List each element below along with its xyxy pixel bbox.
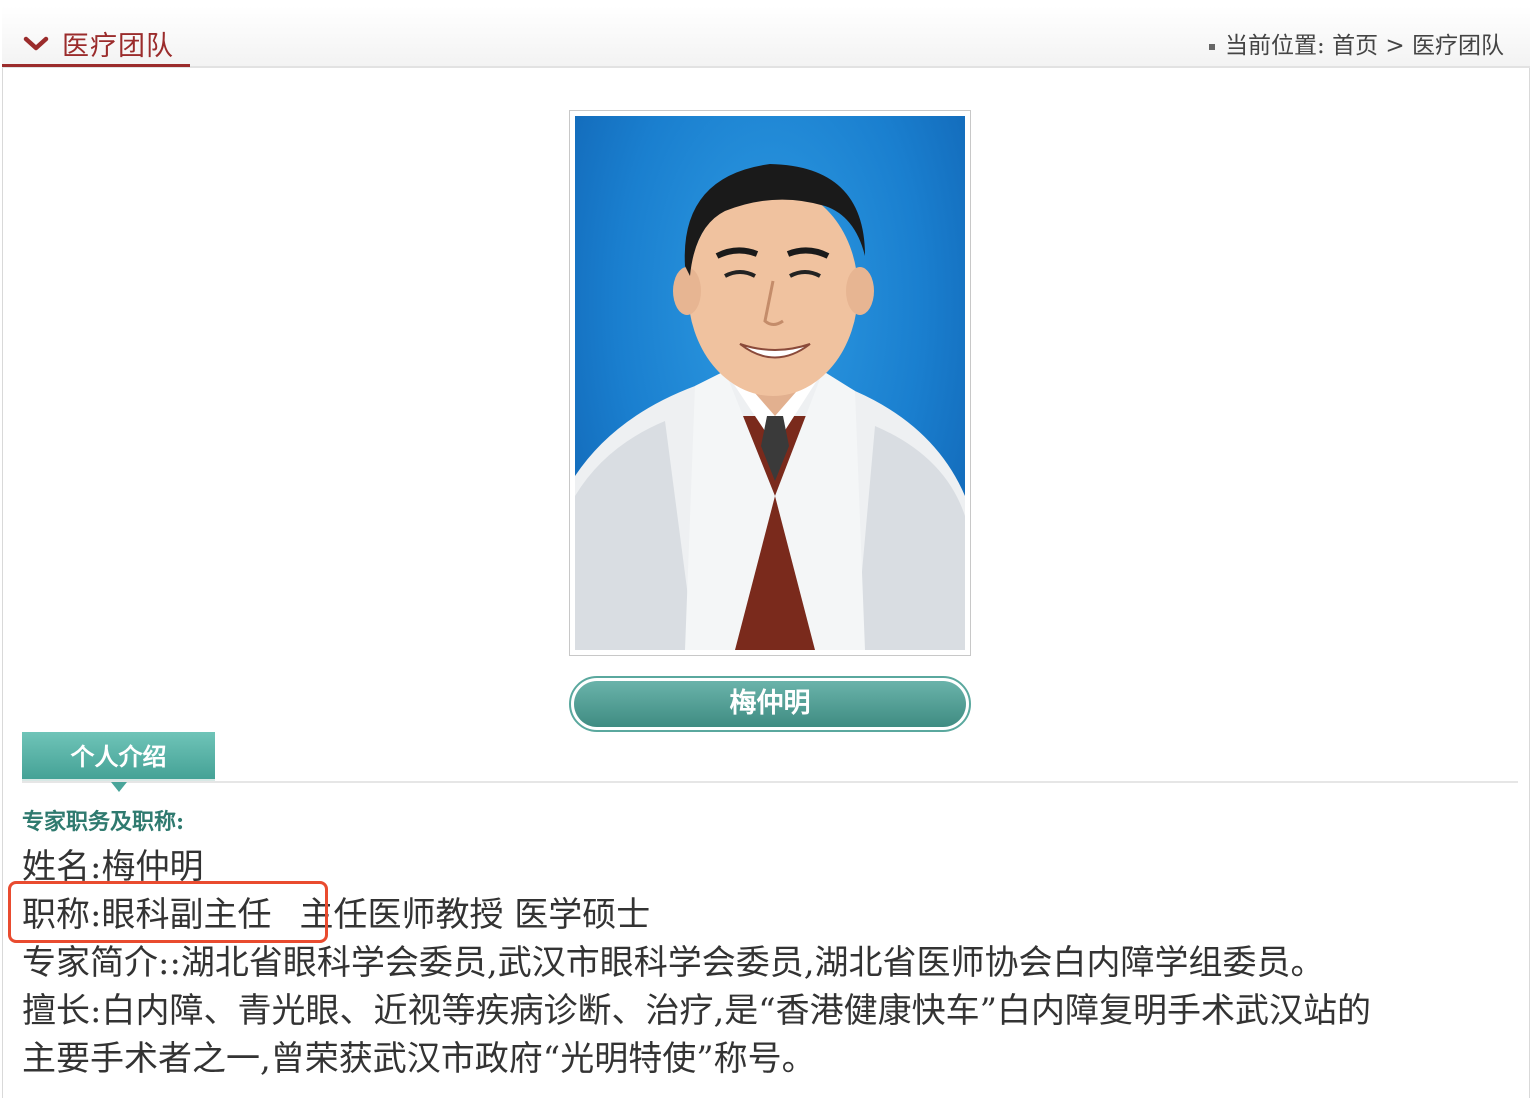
doctor-photo: [575, 116, 965, 650]
square-bullet-icon: [1209, 44, 1216, 50]
breadcrumb-home-link[interactable]: 首页: [1332, 33, 1378, 59]
section-header: 医疗团队 当前位置: 首页 > 医疗团队: [2, 6, 1530, 68]
breadcrumb-prefix: 当前位置:: [1225, 33, 1325, 59]
chevron-down-icon: [23, 36, 49, 51]
breadcrumb: 当前位置: 首页 > 医疗团队: [1209, 26, 1504, 60]
breadcrumb-current-link[interactable]: 医疗团队: [1412, 33, 1504, 59]
doctor-portrait-illustration: [575, 164, 965, 650]
section-title: 医疗团队: [62, 31, 174, 62]
tab-divider: [22, 781, 1518, 783]
profile-intro-line: 专家简介::湖北省眼科学会委员,武汉市眼科学会委员,湖北省医师协会白内障学组委员…: [22, 943, 1325, 983]
doctor-photo-frame: [569, 110, 971, 656]
breadcrumb-separator: >: [1385, 33, 1405, 59]
doctor-name-button[interactable]: 梅仲明: [569, 676, 971, 732]
header-active-underline: [2, 64, 190, 67]
profile-specialty-line-1: 擅长:白内障、青光眼、近视等疾病诊断、治疗,是“香港健康快车”白内障复明手术武汉…: [22, 991, 1372, 1031]
tab-personal-intro[interactable]: 个人介绍: [22, 732, 215, 782]
profile-subheading: 专家职务及职称:: [22, 809, 185, 835]
doctor-name-label: 梅仲明: [574, 681, 966, 727]
profile-specialty-line-2: 主要手术者之一,曾荣获武汉市政府“光明特使”称号。: [22, 1039, 816, 1079]
title-highlight-annotation: [8, 881, 328, 943]
profile-title-rest: 主任医师教授 医学硕士: [299, 895, 651, 935]
tab-pointer-icon: [111, 782, 127, 792]
